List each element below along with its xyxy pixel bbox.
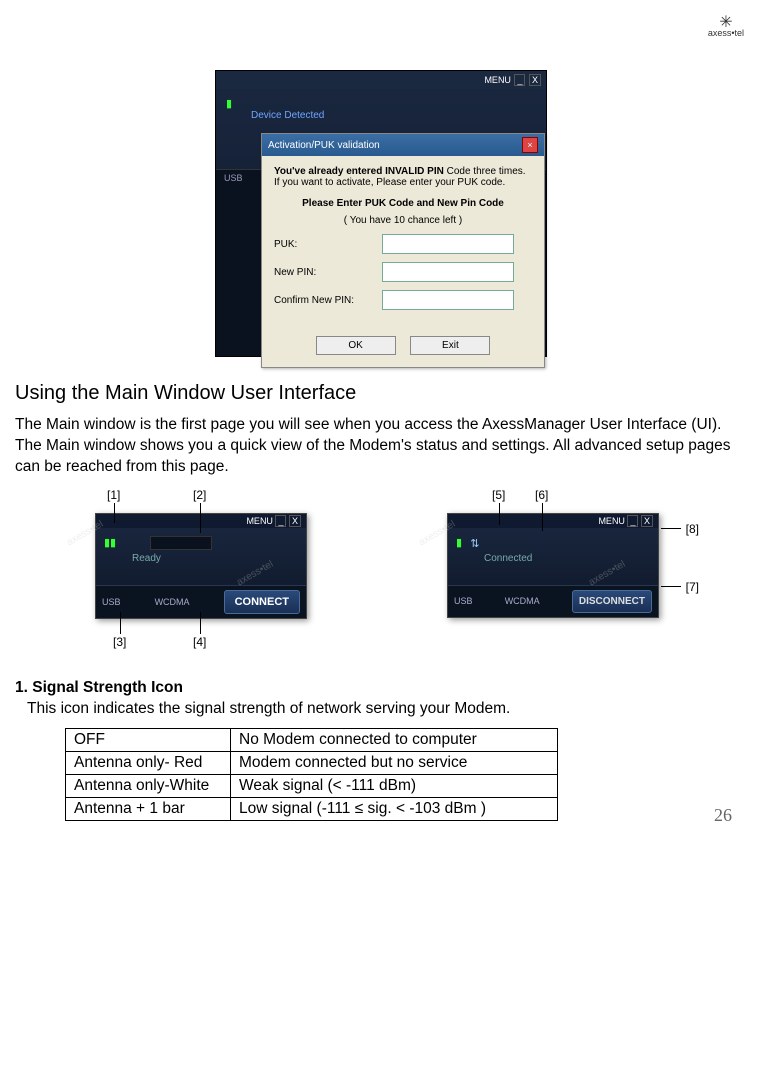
brand-logo: ✳ axess•tel (708, 18, 744, 38)
dialog-chances: ( You have 10 chance left ) (274, 215, 532, 226)
new-pin-label: New PIN: (274, 267, 382, 278)
brand-name: axess•tel (708, 28, 744, 38)
mini-titlebar: MENU _ X (96, 514, 306, 528)
disconnect-button[interactable]: DISCONNECT (572, 590, 652, 613)
puk-label: PUK: (274, 239, 382, 250)
callout-2: [2] (193, 488, 206, 502)
footer-mode: WCDMA (505, 596, 540, 606)
subsection-title: 1. Signal Strength Icon (15, 679, 747, 697)
subsection-body: This icon indicates the signal strength … (27, 700, 747, 718)
warning-bold: You've already entered INVALID PIN (274, 166, 444, 177)
close-icon[interactable]: X (289, 515, 301, 527)
dialog-instruction: Please Enter PUK Code and New Pin Code (274, 198, 532, 209)
ok-button[interactable]: OK (316, 336, 396, 355)
signal-state: Antenna only-White (66, 774, 231, 797)
signal-desc: Modem connected but no service (231, 751, 558, 774)
signal-state: OFF (66, 728, 231, 751)
logo-star-icon: ✳ (708, 18, 744, 28)
table-row: OFF No Modem connected to computer (66, 728, 558, 751)
signal-strength-table: OFF No Modem connected to computer Anten… (65, 728, 558, 821)
table-row: Antenna only- Red Modem connected but no… (66, 751, 558, 774)
page-number: 26 (714, 805, 732, 826)
signal-desc: No Modem connected to computer (231, 728, 558, 751)
menu-label[interactable]: MENU (246, 516, 273, 526)
table-row: Antenna only-White Weak signal (< -111 d… (66, 774, 558, 797)
signal-icon: ▮ (456, 536, 462, 549)
footer-usb: USB (454, 596, 473, 606)
main-window-ready: [1] [2] [3] [4] MENU _ X ▮▮ Ready USB WC… (55, 488, 347, 649)
close-icon[interactable]: X (641, 515, 653, 527)
main-window-connected: [5] [6] [8] [7] MENU _ X ▮ ⇅ Connected U… (407, 488, 699, 649)
callout-7: [7] (686, 580, 699, 594)
callout-3: [3] (113, 635, 126, 649)
section-heading: Using the Main Window User Interface (15, 382, 747, 405)
exit-button[interactable]: Exit (410, 336, 490, 355)
callout-4: [4] (193, 635, 206, 649)
footer-usb: USB (102, 597, 121, 607)
callout-1: [1] (107, 488, 120, 502)
table-row: Antenna + 1 bar Low signal (-111 ≤ sig. … (66, 797, 558, 820)
signal-icon: ▮▮ (104, 536, 116, 549)
minimize-icon[interactable]: _ (627, 515, 638, 527)
device-status: Device Detected (251, 110, 536, 121)
callout-8: [8] (686, 522, 699, 536)
confirm-pin-input[interactable] (382, 290, 514, 310)
dialog-close-icon[interactable]: × (522, 137, 538, 153)
network-icon: ⇅ (470, 538, 479, 550)
menu-label[interactable]: MENU (598, 516, 625, 526)
display-box (150, 536, 212, 550)
menu-label[interactable]: MENU (484, 75, 511, 85)
signal-state: Antenna only- Red (66, 751, 231, 774)
signal-desc: Weak signal (< -111 dBm) (231, 774, 558, 797)
new-pin-input[interactable] (382, 262, 514, 282)
app-titlebar: MENU _ X (216, 71, 546, 89)
close-icon[interactable]: X (529, 74, 541, 86)
minimize-icon[interactable]: _ (514, 74, 525, 86)
connect-button[interactable]: CONNECT (224, 590, 300, 614)
callout-5: [5] (492, 488, 505, 502)
dialog-title-text: Activation/PUK validation (268, 140, 380, 151)
status-ready: Ready (132, 553, 298, 564)
callout-6: [6] (535, 488, 548, 502)
puk-dialog-screenshot: MENU _ X ▮ Device Detected USB Activatio… (215, 70, 547, 357)
confirm-pin-label: Confirm New PIN: (274, 295, 382, 306)
signal-state: Antenna + 1 bar (66, 797, 231, 820)
dialog-titlebar: Activation/PUK validation × (262, 134, 544, 156)
signal-icon: ▮ (226, 97, 232, 110)
footer-mode: WCDMA (155, 597, 190, 607)
section-body: The Main window is the first page you wi… (15, 415, 747, 478)
puk-input[interactable] (382, 234, 514, 254)
signal-desc: Low signal (-111 ≤ sig. < -103 dBm ) (231, 797, 558, 820)
puk-dialog: Activation/PUK validation × You've alrea… (261, 133, 545, 368)
minimize-icon[interactable]: _ (275, 515, 286, 527)
status-connected: Connected (484, 553, 650, 564)
footer-usb: USB (224, 173, 243, 183)
mini-titlebar: MENU _ X (448, 514, 658, 528)
